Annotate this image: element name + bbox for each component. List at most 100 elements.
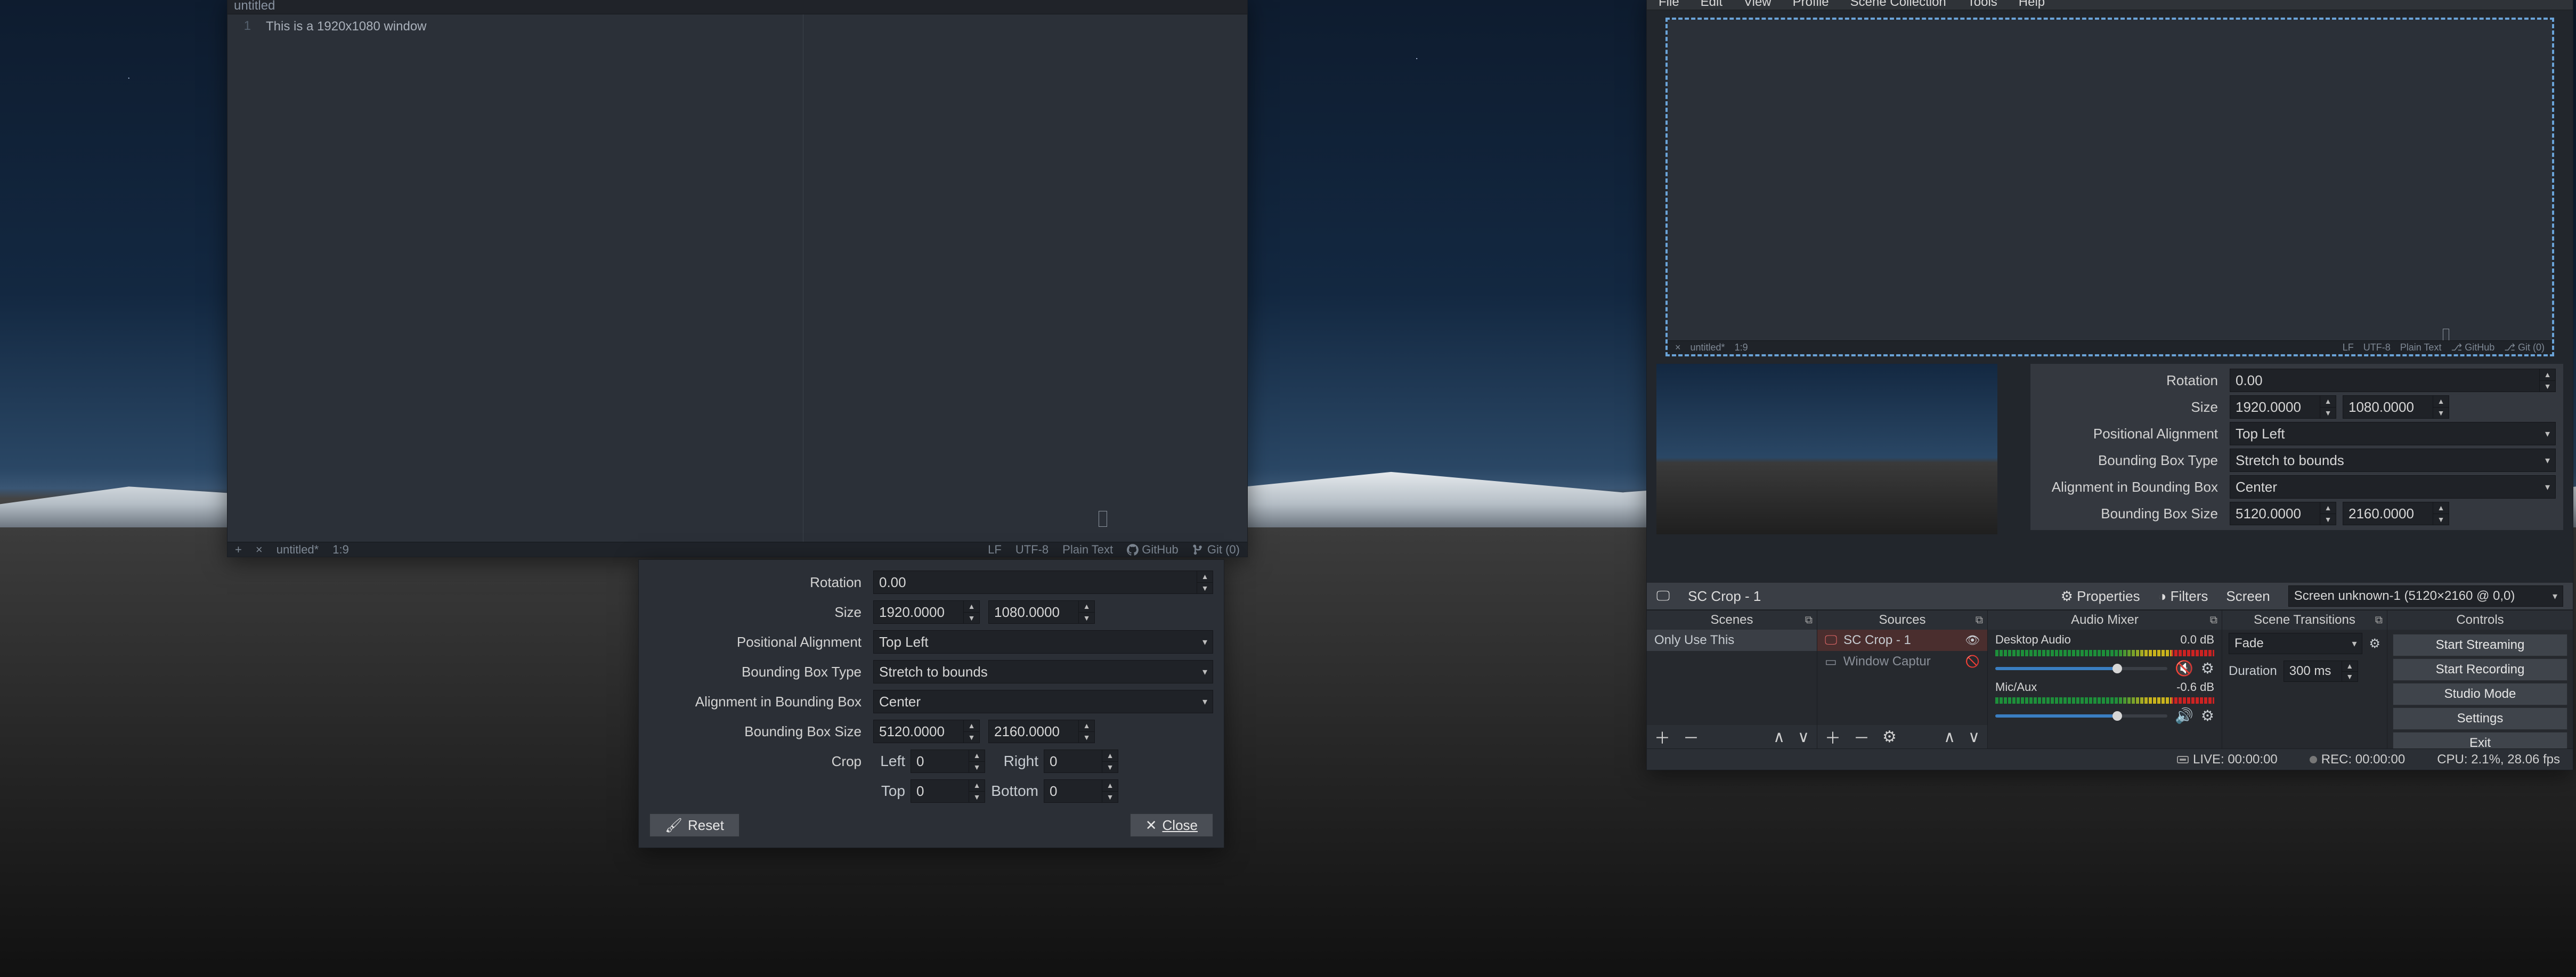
transition-type-select[interactable]: Fade▾ xyxy=(2229,633,2362,654)
size-width-input[interactable]: 1920.0000▲▼ xyxy=(2230,395,2336,419)
size-height-input[interactable]: 1080.0000▲▼ xyxy=(2343,395,2449,419)
menu-help[interactable]: Help xyxy=(2019,0,2045,10)
close-tab-icon[interactable]: × xyxy=(256,543,263,557)
filters-button[interactable]: ◑ Filters xyxy=(2158,588,2208,605)
mute-button[interactable]: 🔊 xyxy=(2175,707,2193,724)
size-width-input[interactable]: 1920.0000▲▼ xyxy=(873,600,980,624)
volume-slider[interactable] xyxy=(1995,714,2167,718)
status-github[interactable]: GitHub xyxy=(1127,543,1179,557)
menu-scene-collection[interactable]: Scene Collection xyxy=(1850,0,1946,10)
volume-slider[interactable] xyxy=(1995,667,2167,670)
dock-title-sources: Sources xyxy=(1879,613,1925,628)
status-encoding[interactable]: UTF-8 xyxy=(1015,543,1049,557)
screen-select[interactable]: Screen unknown-1 (5120×2160 @ 0,0)▾ xyxy=(2288,585,2563,607)
reset-button[interactable]: 🖌Reset xyxy=(649,813,740,837)
remove-scene-button[interactable]: － xyxy=(1683,725,1699,748)
status-eol: LF xyxy=(2343,342,2354,353)
add-source-button[interactable]: ＋ xyxy=(1825,725,1841,748)
spinner-icon[interactable]: ▲▼ xyxy=(2320,396,2336,418)
menu-profile[interactable]: Profile xyxy=(1793,0,1829,10)
source-item[interactable]: 🖵 SC Crop - 1 👁 xyxy=(1817,630,1987,651)
bbox-width-input[interactable]: 5120.0000▲▼ xyxy=(873,720,980,743)
crop-top-input[interactable]: 0▲▼ xyxy=(911,779,985,803)
spinner-icon[interactable]: ▲▼ xyxy=(1102,750,1118,772)
spinner-icon[interactable]: ▲▼ xyxy=(2320,502,2336,525)
spinner-icon[interactable]: ▲▼ xyxy=(969,780,985,802)
duration-input[interactable]: 300 ms▲▼ xyxy=(2284,661,2358,682)
properties-button[interactable]: ⚙ Properties xyxy=(2061,588,2140,605)
channel-settings-button[interactable]: ⚙ xyxy=(2201,707,2214,724)
spinner-icon[interactable]: ▲▼ xyxy=(1197,571,1213,593)
add-scene-button[interactable]: ＋ xyxy=(1654,725,1670,748)
visibility-toggle[interactable]: 👁 xyxy=(1965,633,1980,647)
spinner-icon[interactable]: ▲▼ xyxy=(969,750,985,772)
close-button[interactable]: ✕Close xyxy=(1130,813,1213,837)
scene-item[interactable]: Only Use This xyxy=(1647,630,1817,651)
crop-right-input[interactable]: 0▲▼ xyxy=(1044,750,1118,773)
positional-alignment-select[interactable]: Top Left▾ xyxy=(873,630,1213,654)
menu-file[interactable]: File xyxy=(1659,0,1679,10)
bbox-type-select[interactable]: Stretch to bounds▾ xyxy=(2230,449,2556,472)
menu-tools[interactable]: Tools xyxy=(1968,0,1997,10)
bbox-height-input[interactable]: 2160.0000▲▼ xyxy=(988,720,1095,743)
spinner-icon[interactable]: ▲▼ xyxy=(963,720,979,743)
status-filename[interactable]: untitled* xyxy=(277,543,319,557)
crop-bottom-input[interactable]: 0▲▼ xyxy=(1044,779,1118,803)
status-git[interactable]: Git (0) xyxy=(1192,543,1240,557)
start-recording-button[interactable]: Start Recording xyxy=(2393,658,2567,681)
obs-preview-area[interactable]: × untitled* 1:9 LF UTF-8 Plain Text ⎇ Gi… xyxy=(1647,10,2573,582)
transition-settings-button[interactable]: ⚙ xyxy=(2369,636,2380,652)
spinner-icon[interactable]: ▲▼ xyxy=(1078,601,1094,623)
mixer-channel: Mic/Aux-0.6 dB 🔊 ⚙ xyxy=(1988,677,2222,724)
exit-button[interactable]: Exit xyxy=(2393,732,2567,748)
popout-icon[interactable]: ⧉ xyxy=(1976,614,1983,626)
positional-alignment-select[interactable]: Top Left▾ xyxy=(2230,422,2556,445)
bbox-height-input[interactable]: 2160.0000▲▼ xyxy=(2343,502,2449,525)
line-number-gutter: 1 xyxy=(227,14,257,542)
mute-button[interactable]: 🔇 xyxy=(2175,660,2193,677)
editor-tab[interactable]: untitled xyxy=(234,0,275,13)
channel-settings-button[interactable]: ⚙ xyxy=(2201,660,2214,677)
rotation-input[interactable]: 0.00▲▼ xyxy=(2230,369,2556,392)
source-item[interactable]: ▭ Window Captur 🚫 xyxy=(1817,651,1987,672)
spinner-icon[interactable]: ▲▼ xyxy=(1102,780,1118,802)
bbox-alignment-select[interactable]: Center▾ xyxy=(2230,475,2556,499)
obs-dock-row: Scenes⧉ Only Use This ＋ － ∧ ∨ Sources⧉ 🖵… xyxy=(1647,610,2573,748)
duration-label: Duration xyxy=(2229,664,2277,679)
spinner-icon[interactable]: ▲▼ xyxy=(1078,720,1094,743)
spinner-icon[interactable]: ▲▼ xyxy=(963,601,979,623)
remove-source-button[interactable]: － xyxy=(1854,725,1870,748)
spinner-icon[interactable]: ▲▼ xyxy=(2433,502,2449,525)
size-height-input[interactable]: 1080.0000▲▼ xyxy=(988,600,1095,624)
status-caret-position[interactable]: 1:9 xyxy=(332,543,349,557)
move-up-button[interactable]: ∧ xyxy=(1773,728,1785,746)
move-up-button[interactable]: ∧ xyxy=(1944,728,1955,746)
menu-edit[interactable]: Edit xyxy=(1701,0,1722,10)
code-area[interactable]: This is a 1920x1080 window xyxy=(257,14,1247,542)
spinner-icon[interactable]: ▲▼ xyxy=(2433,396,2449,418)
editor-body[interactable]: 1 This is a 1920x1080 window xyxy=(227,14,1247,542)
menu-view[interactable]: View xyxy=(1744,0,1771,10)
visibility-toggle[interactable]: 🚫 xyxy=(1965,655,1980,669)
source-properties-button[interactable]: ⚙ xyxy=(1882,728,1897,746)
move-down-button[interactable]: ∨ xyxy=(1968,728,1980,746)
crop-left-input[interactable]: 0▲▼ xyxy=(911,750,985,773)
popout-icon[interactable]: ⧉ xyxy=(2210,614,2217,626)
new-tab-icon[interactable]: + xyxy=(235,543,242,557)
spinner-icon[interactable]: ▲▼ xyxy=(2539,369,2555,392)
popout-icon[interactable]: ⧉ xyxy=(2375,614,2383,626)
chevron-down-icon: ▾ xyxy=(2553,591,2557,602)
status-language[interactable]: Plain Text xyxy=(1062,543,1113,557)
settings-button[interactable]: Settings xyxy=(2393,707,2567,730)
bbox-alignment-select[interactable]: Center▾ xyxy=(873,690,1213,713)
popout-icon[interactable]: ⧉ xyxy=(1805,614,1813,626)
spinner-icon[interactable]: ▲▼ xyxy=(2342,661,2358,681)
bbox-type-select[interactable]: Stretch to bounds▾ xyxy=(873,660,1213,683)
start-streaming-button[interactable]: Start Streaming xyxy=(2393,634,2567,656)
move-down-button[interactable]: ∨ xyxy=(1798,728,1809,746)
bbox-width-input[interactable]: 5120.0000▲▼ xyxy=(2230,502,2336,525)
status-eol[interactable]: LF xyxy=(988,543,1002,557)
studio-mode-button[interactable]: Studio Mode xyxy=(2393,683,2567,705)
preview-canvas[interactable]: × untitled* 1:9 LF UTF-8 Plain Text ⎇ Gi… xyxy=(1668,20,2552,354)
rotation-input[interactable]: 0.00▲▼ xyxy=(873,571,1213,594)
